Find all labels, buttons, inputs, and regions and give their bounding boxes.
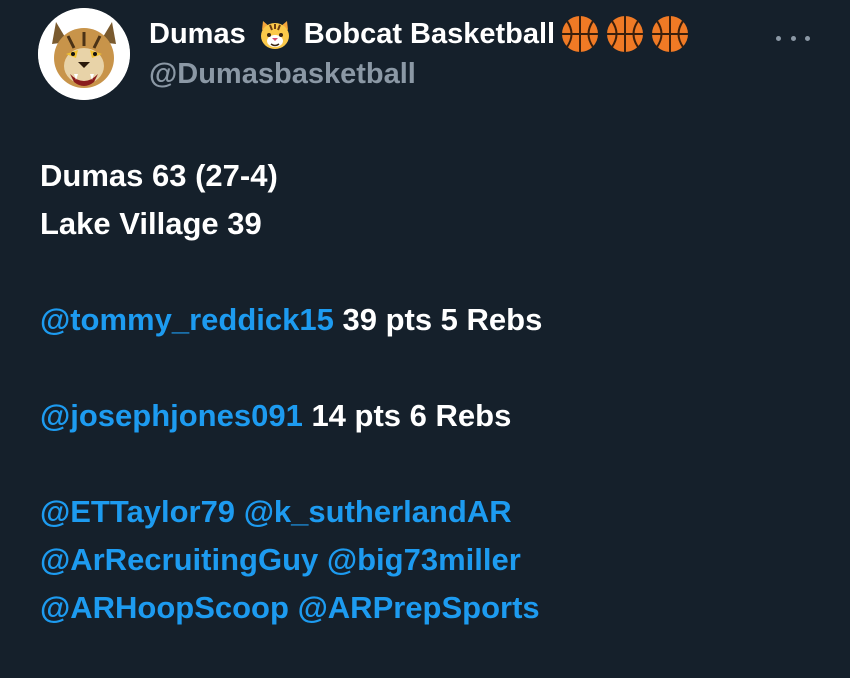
score-line-opponent: Lake Village 39: [40, 206, 262, 241]
mention-link[interactable]: @k_sutherlandAR: [244, 494, 512, 529]
author-handle[interactable]: @Dumasbasketball: [149, 54, 690, 94]
bobcat-logo-icon: [38, 8, 130, 100]
avatar[interactable]: [38, 8, 130, 100]
mention-link[interactable]: @ARPrepSports: [298, 590, 540, 625]
mention-link[interactable]: @josephjones091: [40, 398, 303, 433]
more-options-icon[interactable]: [776, 28, 810, 48]
mention-link[interactable]: @big73miller: [327, 542, 521, 577]
player-stats: 39 pts 5 Rebs: [333, 302, 543, 337]
tag-line: @ETTaylor79 @k_sutherlandAR: [40, 488, 830, 536]
tiger-face-icon: [258, 17, 292, 51]
more-dot: [805, 35, 810, 41]
author-names: Dumas Bobcat Basketball @Dumasbasketball: [149, 14, 690, 94]
tweet-header: Dumas Bobcat Basketball @Dumasbasketball: [38, 8, 850, 100]
basketball-icon: [605, 14, 645, 54]
mention-link[interactable]: @tommy_reddick15: [40, 302, 334, 337]
tweet: Dumas Bobcat Basketball @Dumasbasketball…: [0, 0, 850, 678]
display-name-part1: Dumas: [149, 18, 246, 50]
player-stat-line: @tommy_reddick15 39 pts 5 Rebs: [40, 296, 830, 344]
tag-line: @ARHoopScoop @ARPrepSports: [40, 584, 830, 632]
player-stats: 14 pts 6 Rebs: [302, 398, 512, 433]
display-name-part2: Bobcat Basketball: [303, 18, 556, 50]
mention-link[interactable]: @ARHoopScoop: [40, 590, 289, 625]
basketball-icon: [650, 14, 690, 54]
display-name[interactable]: Dumas Bobcat Basketball: [149, 14, 690, 54]
mention-link[interactable]: @ETTaylor79: [40, 494, 235, 529]
more-dot: [776, 35, 781, 41]
mention-link[interactable]: @ArRecruitingGuy: [40, 542, 318, 577]
basketball-icon: [560, 14, 600, 54]
score-line-dumas: Dumas 63 (27-4): [40, 158, 278, 193]
player-stat-line: @josephjones091 14 pts 6 Rebs: [40, 392, 830, 440]
tweet-text: Dumas 63 (27-4) Lake Village 39 @tommy_r…: [40, 152, 830, 632]
more-dot: [790, 35, 796, 41]
tag-line: @ArRecruitingGuy @big73miller: [40, 536, 830, 584]
